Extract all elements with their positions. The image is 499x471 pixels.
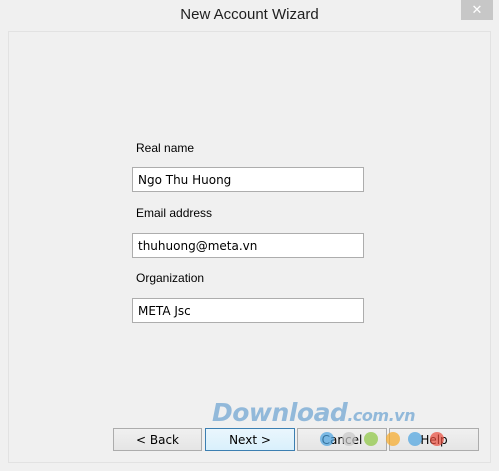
next-button[interactable]: Next > <box>205 428 295 451</box>
email-address-label: Email address <box>136 206 213 220</box>
real-name-input[interactable] <box>132 167 364 192</box>
real-name-label: Real name <box>136 141 195 155</box>
cancel-button[interactable]: Cancel <box>297 428 387 451</box>
organization-input[interactable] <box>132 298 364 323</box>
back-button[interactable]: < Back <box>113 428 202 451</box>
email-address-input[interactable] <box>132 233 364 258</box>
window-title: New Account Wizard <box>180 6 319 23</box>
new-account-wizard-window: New Account Wizard ✕ Real name Email add… <box>0 0 499 471</box>
close-icon: ✕ <box>471 2 483 17</box>
help-button[interactable]: Help <box>389 428 479 451</box>
title-bar[interactable]: New Account Wizard ✕ <box>0 0 499 31</box>
close-button[interactable]: ✕ <box>461 0 493 20</box>
organization-label: Organization <box>136 271 205 285</box>
